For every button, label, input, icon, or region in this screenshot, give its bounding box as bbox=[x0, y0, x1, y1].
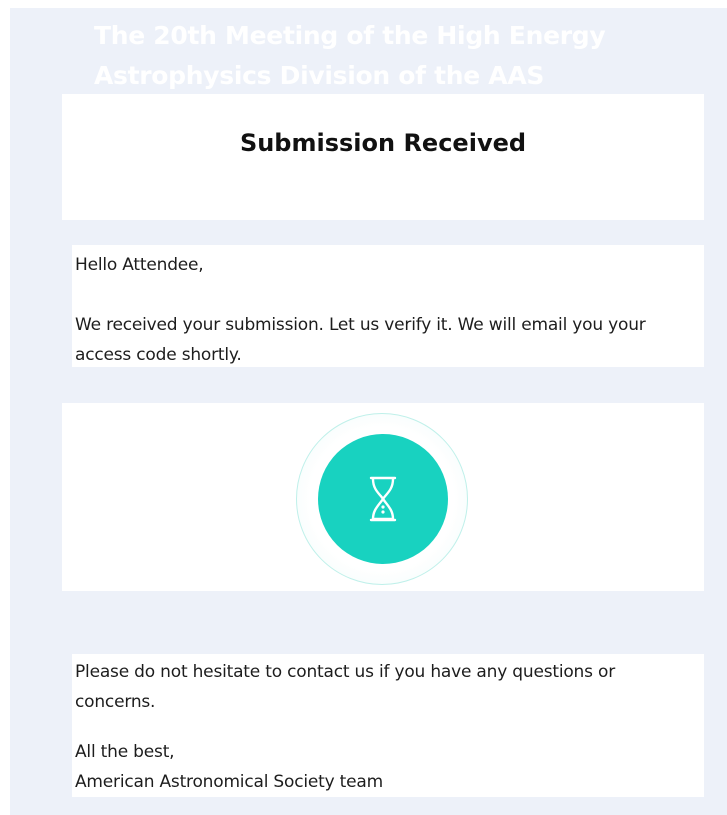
contact-text: Please do not hesitate to contact us if … bbox=[75, 662, 615, 712]
meeting-title: The 20th Meeting of the High Energy Astr… bbox=[94, 21, 606, 90]
sign-off-text: All the best, bbox=[75, 742, 175, 762]
status-heading: Submission Received bbox=[239, 129, 527, 157]
message-body-text: We received your submission. Let us veri… bbox=[75, 315, 646, 365]
signature-text: American Astronomical Society team bbox=[75, 772, 383, 792]
hourglass-badge bbox=[318, 434, 448, 564]
greeting-text: Hello Attendee, bbox=[75, 255, 204, 275]
hourglass-icon bbox=[369, 476, 397, 522]
